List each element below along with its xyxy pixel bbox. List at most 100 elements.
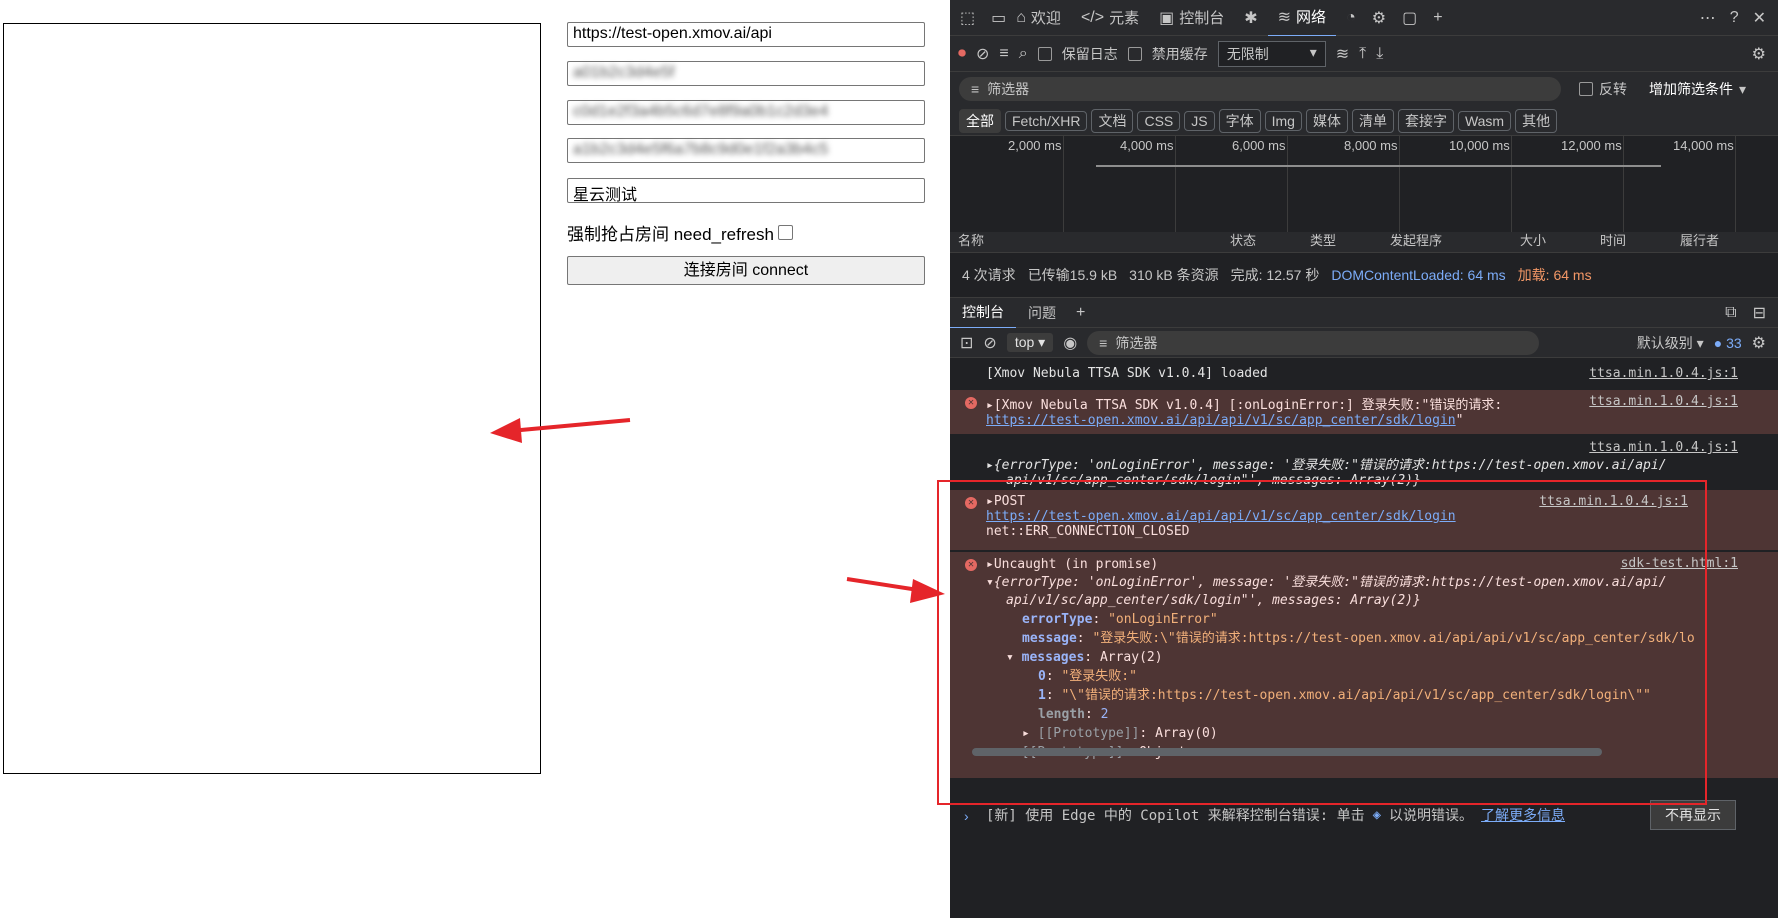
col-fulfilled[interactable]: 履行者 xyxy=(1680,232,1719,249)
settings-icon[interactable]: ⚙ xyxy=(1752,44,1766,64)
console-error-post[interactable]: ✕ ▸POST https://test-open.xmov.ai/api/ap… xyxy=(950,490,1778,550)
expand-icon[interactable]: ▸ xyxy=(986,494,994,509)
tab-drawer-issues[interactable]: 问题 xyxy=(1016,298,1068,328)
settings-icon[interactable]: ⚙ xyxy=(1752,333,1766,353)
expand-icon[interactable]: ▸ xyxy=(986,398,994,413)
app-id-input[interactable]: a01b2c3d4e5f xyxy=(567,61,925,86)
dock-icon[interactable]: ⧉ xyxy=(1725,304,1736,322)
dont-show-again-button[interactable]: 不再显示 xyxy=(1650,800,1736,830)
more-filters-button[interactable]: 增加筛选条件 xyxy=(1649,79,1733,99)
more-icon[interactable]: ⋯ xyxy=(1700,8,1716,28)
collapse-icon[interactable]: ▾ xyxy=(1006,650,1022,665)
sidebar-icon[interactable]: ⊡ xyxy=(960,333,973,353)
tab-sources[interactable]: ✱ xyxy=(1234,0,1267,36)
tab-console[interactable]: ▣ 控制台 xyxy=(1149,0,1234,36)
console-error-uncaught[interactable]: ✕ ▸Uncaught (in promise) ▾{errorType: 'o… xyxy=(950,552,1778,778)
col-type[interactable]: 类型 xyxy=(1310,232,1390,249)
throttle-value: 无限制 xyxy=(1226,45,1269,62)
inspect-icon[interactable]: ⬚ xyxy=(960,8,975,28)
chip-all[interactable]: 全部 xyxy=(959,108,1001,133)
network-timeline[interactable]: 2,000 ms 4,000 ms 6,000 ms 8,000 ms 10,0… xyxy=(950,136,1778,233)
chip-other[interactable]: 其他 xyxy=(1515,108,1558,133)
chip-fetch[interactable]: Fetch/XHR xyxy=(1005,110,1088,131)
console-object-log[interactable]: ▸{errorType: 'onLoginError', message: '登… xyxy=(950,436,1778,494)
filter-icon[interactable]: ≡ xyxy=(999,45,1008,63)
load-time: 加载: 64 ms xyxy=(1517,267,1592,283)
devtools-tabbar: ⬚ ▭ ⌂ 欢迎 </> 元素 ▣ 控制台 ✱ ≋ 网络 ◔ ⚙ ▢ + ⋯ ? ✕ xyxy=(950,0,1778,37)
token-input[interactable]: a1b2c3d4e5f6a7b8c9d0e1f2a3b4c5 xyxy=(567,138,925,163)
col-name[interactable]: 名称 xyxy=(950,232,1230,249)
post-url-link[interactable]: https://test-open.xmov.ai/api/api/v1/sc/… xyxy=(986,509,1456,524)
close-icon[interactable]: ✕ xyxy=(1753,8,1766,28)
source-link[interactable]: ttsa.min.1.0.4.js:1 xyxy=(1589,440,1738,455)
expand-icon[interactable]: ▸ xyxy=(986,557,994,572)
col-initiator[interactable]: 发起程序 xyxy=(1390,232,1520,249)
help-icon[interactable]: ? xyxy=(1730,9,1739,27)
add-tab-icon[interactable]: + xyxy=(1433,9,1442,27)
memory-icon[interactable]: ⚙ xyxy=(1372,8,1386,28)
chip-js[interactable]: JS xyxy=(1184,110,1215,131)
app-secret-input[interactable]: c0d1e2f3a4b5c6d7e8f9a0b1c2d3e4 xyxy=(567,100,925,125)
clear-icon[interactable]: ⊘ xyxy=(976,44,989,64)
timeline-tick: 6,000 ms xyxy=(1232,138,1286,153)
add-tab-icon[interactable]: + xyxy=(1076,304,1085,322)
import-icon[interactable]: ⤒ xyxy=(1359,45,1366,63)
learn-more-link[interactable]: 了解更多信息 xyxy=(1481,805,1565,825)
record-icon[interactable]: ⏺ xyxy=(958,45,966,63)
filter-icon: ≡ xyxy=(971,81,980,97)
chip-manifest[interactable]: 清单 xyxy=(1351,108,1394,133)
room-name-input[interactable]: 星云测试 xyxy=(567,178,925,204)
invert-checkbox[interactable] xyxy=(1579,82,1593,96)
prop-value: 2 xyxy=(1100,707,1109,722)
application-icon[interactable]: ▢ xyxy=(1402,8,1417,28)
chip-css[interactable]: CSS xyxy=(1137,110,1181,131)
chip-wasm[interactable]: Wasm xyxy=(1457,110,1512,131)
chip-img[interactable]: Img xyxy=(1264,110,1302,131)
chip-doc[interactable]: 文档 xyxy=(1091,108,1134,133)
horizontal-scrollbar[interactable] xyxy=(972,748,1602,756)
source-link[interactable]: ttsa.min.1.0.4.js:1 xyxy=(1589,366,1738,381)
source-link[interactable]: sdk-test.html:1 xyxy=(1621,556,1738,571)
expand-icon[interactable]: ▸ xyxy=(1022,726,1038,741)
disable-cache-checkbox[interactable] xyxy=(1127,46,1142,61)
source-link[interactable]: ttsa.min.1.0.4.js:1 xyxy=(1539,494,1688,509)
tab-elements[interactable]: </> 元素 xyxy=(1071,0,1149,36)
tab-welcome[interactable]: ⌂ 欢迎 xyxy=(1006,0,1071,36)
timeline-tick: 14,000 ms xyxy=(1673,138,1734,153)
login-url-link[interactable]: https://test-open.xmov.ai/api/api/v1/sc/… xyxy=(986,413,1456,428)
context-select[interactable]: top ▾ xyxy=(1006,333,1054,352)
col-time[interactable]: 时间 xyxy=(1600,232,1680,249)
export-icon[interactable]: ⤓ xyxy=(1376,45,1383,63)
console-prompt-icon[interactable]: › xyxy=(964,808,969,824)
error-icon: ✕ xyxy=(965,497,977,509)
performance-icon[interactable]: ◔ xyxy=(1346,9,1356,27)
network-filter-input[interactable]: ≡ 筛选器 xyxy=(959,77,1561,101)
search-icon[interactable]: ⌕ xyxy=(1019,45,1028,63)
col-size[interactable]: 大小 xyxy=(1520,232,1600,249)
tab-network[interactable]: ≋ 网络 xyxy=(1267,0,1337,37)
console-filter-input[interactable]: ≡ 筛选器 xyxy=(1087,330,1540,355)
clear-console-icon[interactable]: ⊘ xyxy=(983,333,996,353)
timeline-tick: 10,000 ms xyxy=(1449,138,1510,153)
source-link[interactable]: ttsa.min.1.0.4.js:1 xyxy=(1589,394,1738,409)
need-refresh-checkbox[interactable] xyxy=(777,225,793,240)
preserve-log-checkbox[interactable] xyxy=(1037,46,1052,61)
close-drawer-icon[interactable]: ⊟ xyxy=(1753,303,1766,323)
collapse-icon[interactable]: ▾ xyxy=(986,575,994,590)
device-toolbar-icon[interactable]: ▭ xyxy=(991,8,1006,28)
console-error-login[interactable]: ✕ ▸[Xmov Nebula TTSA SDK v1.0.4] [:onLog… xyxy=(950,390,1778,434)
tab-drawer-console[interactable]: 控制台 xyxy=(950,297,1016,329)
chip-media[interactable]: 媒体 xyxy=(1305,108,1348,133)
col-status[interactable]: 状态 xyxy=(1230,232,1310,249)
eye-icon[interactable]: ◉ xyxy=(1063,333,1077,353)
api-url-input[interactable]: https://test-open.xmov.ai/api xyxy=(567,22,925,47)
expand-icon[interactable]: ▸ xyxy=(986,458,994,473)
log-levels-select[interactable]: 默认级别 ▾ xyxy=(1637,333,1704,353)
chip-socket[interactable]: 套接字 xyxy=(1397,108,1454,133)
network-conditions-icon[interactable]: ≋ xyxy=(1336,44,1349,64)
connect-button[interactable]: 连接房间 connect xyxy=(567,256,925,285)
error-icon: ✕ xyxy=(965,559,977,571)
chip-font[interactable]: 字体 xyxy=(1218,108,1261,133)
issues-badge[interactable]: ● 33 xyxy=(1714,335,1742,351)
throttle-select[interactable]: 无限制 ▾ xyxy=(1217,40,1326,67)
